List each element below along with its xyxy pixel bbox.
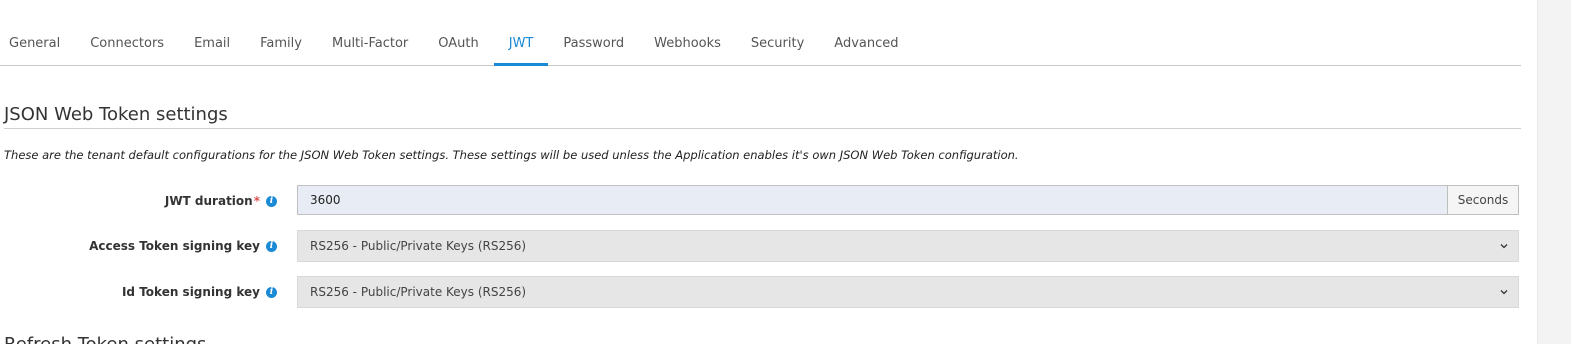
tab-email[interactable]: Email <box>179 22 245 65</box>
jwt-duration-label-text: JWT duration <box>164 194 253 208</box>
id-token-key-label-text: Id Token signing key <box>121 285 260 299</box>
chevron-down-icon <box>1500 244 1508 249</box>
id-token-key-value: RS256 - Public/Private Keys (RS256) <box>310 285 527 299</box>
access-token-key-label-text: Access Token signing key <box>89 239 260 253</box>
main-content: General Connectors Email Family Multi-Fa… <box>0 0 1521 344</box>
required-marker: * <box>253 194 260 208</box>
id-token-key-label: Id Token signing key i <box>122 276 277 308</box>
access-token-key-label: Access Token signing key i <box>89 230 277 262</box>
section-title: JSON Web Token settings <box>4 104 228 125</box>
info-icon[interactable]: i <box>266 195 277 207</box>
tab-general[interactable]: General <box>0 22 75 65</box>
jwt-duration-input[interactable] <box>297 185 1448 215</box>
tab-advanced[interactable]: Advanced <box>819 22 913 65</box>
jwt-duration-label: JWT duration * i <box>165 185 277 217</box>
section-divider <box>4 128 1521 129</box>
tab-bar: General Connectors Email Family Multi-Fa… <box>0 22 1521 66</box>
tab-connectors[interactable]: Connectors <box>75 22 179 65</box>
access-token-key-select[interactable]: RS256 - Public/Private Keys (RS256) <box>297 230 1519 262</box>
tab-multi-factor[interactable]: Multi-Factor <box>317 22 423 65</box>
access-token-key-row: Access Token signing key i RS256 - Publi… <box>0 230 1521 262</box>
id-token-key-select[interactable]: RS256 - Public/Private Keys (RS256) <box>297 276 1519 308</box>
tab-password[interactable]: Password <box>548 22 639 65</box>
id-token-key-row: Id Token signing key i RS256 - Public/Pr… <box>0 276 1521 308</box>
section-description: These are the tenant default configurati… <box>4 148 1019 162</box>
tab-security[interactable]: Security <box>736 22 819 65</box>
tab-family[interactable]: Family <box>245 22 317 65</box>
tab-oauth[interactable]: OAuth <box>423 22 493 65</box>
tab-jwt[interactable]: JWT <box>493 22 549 66</box>
refresh-token-section-title: Refresh Token settings <box>4 334 206 344</box>
scrollbar[interactable] <box>1537 0 1571 344</box>
info-icon[interactable]: i <box>266 286 277 298</box>
tab-webhooks[interactable]: Webhooks <box>639 22 736 65</box>
jwt-duration-row: JWT duration* i Seconds <box>0 185 1521 217</box>
chevron-down-icon <box>1500 290 1508 295</box>
seconds-addon: Seconds <box>1448 185 1519 215</box>
info-icon[interactable]: i <box>266 240 277 252</box>
access-token-key-value: RS256 - Public/Private Keys (RS256) <box>310 239 527 253</box>
